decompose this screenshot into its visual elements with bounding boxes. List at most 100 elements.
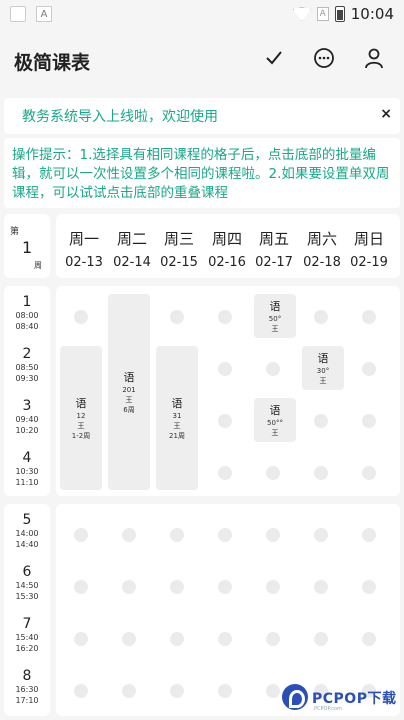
chat-icon[interactable] — [312, 46, 336, 70]
empty-slot[interactable] — [218, 632, 232, 646]
battery-icon — [334, 6, 345, 22]
period-start: 15:40 — [15, 633, 39, 642]
empty-slot[interactable] — [314, 310, 328, 324]
day-header: 周五 02-17 — [250, 228, 298, 270]
empty-slot[interactable] — [122, 632, 136, 646]
empty-slot[interactable] — [218, 362, 232, 376]
period-start: 09:40 — [15, 415, 39, 424]
empty-slot[interactable] — [314, 466, 328, 480]
empty-slot[interactable] — [314, 414, 328, 428]
empty-slot[interactable] — [362, 528, 376, 542]
empty-slot[interactable] — [362, 632, 376, 646]
period-number: 8 — [22, 668, 32, 684]
empty-slot[interactable] — [74, 310, 88, 324]
period-number: 5 — [22, 512, 32, 528]
pcpop-watermark: PCPOP下载 PCPOP.com — [282, 682, 402, 718]
day-name: 周二 — [116, 230, 147, 248]
close-icon[interactable]: × — [380, 106, 392, 122]
course-block[interactable]: 语 30° 王 — [302, 346, 344, 390]
week-number: 1 — [22, 238, 33, 257]
period-number: 6 — [22, 564, 32, 580]
days-header: 周一 02-13 周二 02-14 周三 02-15 周四 02-16 周五 02-17 … — [56, 214, 400, 278]
course-name: 语 — [317, 352, 329, 365]
period-end: 09:30 — [15, 374, 39, 383]
notification-icon — [10, 6, 26, 22]
empty-slot[interactable] — [266, 632, 280, 646]
course-block[interactable]: 语 50°° 王 — [254, 398, 296, 442]
empty-slot[interactable] — [362, 466, 376, 480]
course-weeks: 6周 — [123, 406, 135, 414]
period-cell: 5 14:00 14:40 — [4, 512, 50, 550]
course-block[interactable]: 语 12 王 1-2周 — [60, 346, 102, 490]
empty-slot[interactable] — [74, 684, 88, 698]
empty-slot[interactable] — [362, 414, 376, 428]
empty-slot[interactable] — [218, 528, 232, 542]
course-block[interactable]: 语 50° 王 — [254, 294, 296, 338]
period-cell: 7 15:40 16:20 — [4, 616, 50, 654]
notice-banner[interactable]: 教务系统导入上线啦，欢迎使用 × — [4, 98, 400, 134]
period-end: 15:30 — [15, 592, 39, 601]
course-weeks: 1-2周 — [71, 432, 91, 440]
period-cell: 6 14:50 15:30 — [4, 564, 50, 602]
periods-morning: 1 08:00 08:40 2 08:50 09:30 3 09:40 10:20 4 10:… — [4, 286, 50, 496]
course-teacher: 王 — [271, 325, 279, 333]
course-room: 50°° — [267, 419, 283, 427]
empty-slot[interactable] — [170, 528, 184, 542]
empty-slot[interactable] — [170, 632, 184, 646]
period-end: 17:10 — [15, 696, 39, 705]
empty-slot[interactable] — [314, 580, 328, 594]
empty-slot[interactable] — [314, 528, 328, 542]
empty-slot[interactable] — [218, 414, 232, 428]
period-end: 08:40 — [15, 322, 39, 331]
week-selector[interactable]: 第 1 周 — [4, 214, 50, 278]
empty-slot[interactable] — [266, 580, 280, 594]
empty-slot[interactable] — [170, 580, 184, 594]
user-icon[interactable] — [362, 46, 386, 70]
day-header: 周三 02-15 — [155, 228, 203, 270]
day-header: 周二 02-14 — [108, 228, 156, 270]
empty-slot[interactable] — [266, 466, 280, 480]
period-start: 10:30 — [15, 467, 39, 476]
course-room: 30° — [316, 367, 330, 375]
empty-slot[interactable] — [314, 632, 328, 646]
course-block[interactable]: 语 201 王 6周 — [108, 294, 150, 490]
empty-slot[interactable] — [362, 310, 376, 324]
day-name: 周日 — [353, 230, 384, 248]
course-name: 语 — [269, 300, 281, 313]
empty-slot[interactable] — [266, 684, 280, 698]
empty-slot[interactable] — [170, 310, 184, 324]
empty-slot[interactable] — [218, 684, 232, 698]
empty-slot[interactable] — [74, 632, 88, 646]
course-block[interactable]: 语 31 王 21周 — [156, 346, 198, 490]
period-number: 1 — [22, 294, 32, 310]
empty-slot[interactable] — [74, 528, 88, 542]
empty-slot[interactable] — [218, 580, 232, 594]
day-name: 周一 — [68, 230, 99, 248]
course-teacher: 王 — [125, 396, 133, 404]
empty-slot[interactable] — [218, 310, 232, 324]
empty-slot[interactable] — [266, 528, 280, 542]
status-bar: A A 10:04 — [0, 0, 404, 28]
day-date: 02-16 — [208, 255, 246, 270]
empty-slot[interactable] — [362, 362, 376, 376]
empty-slot[interactable] — [74, 580, 88, 594]
day-header: 周四 02-16 — [203, 228, 251, 270]
check-icon[interactable] — [262, 46, 286, 70]
app-notification-icon: A — [36, 6, 52, 22]
empty-slot[interactable] — [266, 362, 280, 376]
timetable-grid-morning[interactable]: 语 12 王 1-2周 语 201 王 6周 语 31 王 21周 语 50° … — [56, 286, 400, 496]
week-suffix: 周 — [34, 261, 42, 270]
empty-slot[interactable] — [122, 684, 136, 698]
period-cell: 3 09:40 10:20 — [4, 398, 50, 436]
period-number: 2 — [22, 346, 32, 362]
empty-slot[interactable] — [122, 580, 136, 594]
empty-slot[interactable] — [122, 528, 136, 542]
period-cell: 8 16:30 17:10 — [4, 668, 50, 706]
day-header: 周六 02-18 — [298, 228, 346, 270]
tips-box: 操作提示：1.选择具有相同课程的格子后，点击底部的批量编辑，就可以一次性设置多个… — [4, 138, 400, 208]
day-name: 周五 — [258, 230, 289, 248]
empty-slot[interactable] — [362, 580, 376, 594]
empty-slot[interactable] — [170, 684, 184, 698]
empty-slot[interactable] — [218, 466, 232, 480]
period-start: 14:50 — [15, 581, 39, 590]
